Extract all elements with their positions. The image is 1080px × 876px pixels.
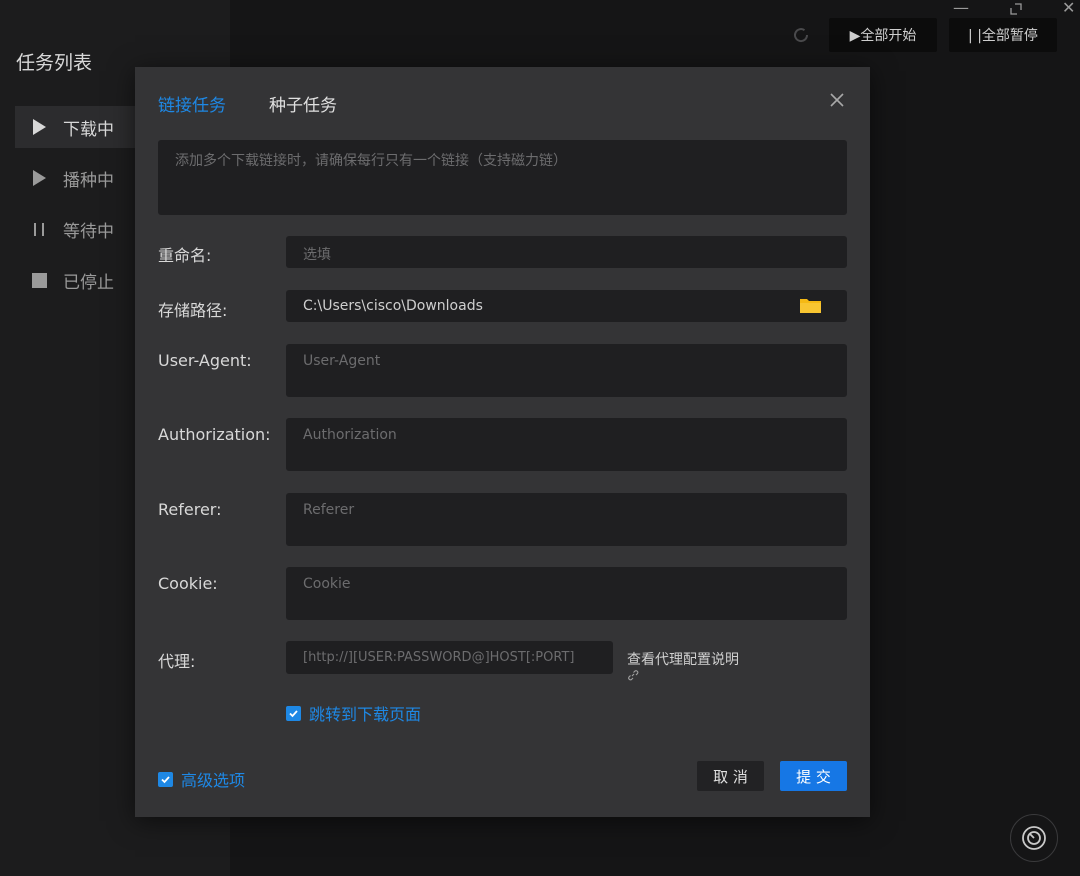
referer-input[interactable]: Referer: [286, 493, 847, 546]
jump-to-download-checkbox[interactable]: 跳转到下载页面: [286, 701, 421, 725]
referer-placeholder: Referer: [303, 502, 355, 518]
sidebar-item-label: 下载中: [63, 119, 114, 140]
links-placeholder: 添加多个下载链接时，请确保每行只有一个链接（支持磁力链）: [175, 153, 567, 169]
speedometer-button[interactable]: [1010, 814, 1058, 862]
pause-icon: [31, 222, 47, 236]
play-icon: [31, 170, 47, 186]
user-agent-label: User-Agent:: [158, 351, 252, 370]
rename-input[interactable]: 选填: [286, 236, 847, 268]
proxy-help-link[interactable]: 查看代理配置说明: [627, 649, 739, 685]
checkbox-checked-icon: [158, 771, 173, 787]
proxy-placeholder: [http://][USER:PASSWORD@]HOST[:PORT]: [303, 650, 575, 665]
cookie-placeholder: Cookie: [303, 576, 351, 592]
tab-torrent-task[interactable]: 种子任务: [269, 91, 337, 116]
advanced-options-label: 高级选项: [181, 771, 246, 790]
add-task-dialog: 链接任务 种子任务 添加多个下载链接时，请确保每行只有一个链接（支持磁力链） 重…: [135, 67, 870, 817]
link-icon: [628, 670, 639, 681]
submit-button[interactable]: 提 交: [780, 761, 847, 791]
sidebar-item-label: 播种中: [63, 170, 114, 191]
pause-all-button[interactable]: | |全部暂停: [949, 18, 1057, 52]
rename-placeholder: 选填: [303, 247, 331, 263]
play-icon: [31, 119, 47, 135]
proxy-input[interactable]: [http://][USER:PASSWORD@]HOST[:PORT]: [286, 641, 613, 674]
rename-label: 重命名:: [158, 246, 212, 265]
close-window-icon[interactable]: ✕: [1062, 0, 1075, 17]
refresh-icon[interactable]: [792, 26, 810, 44]
minimize-icon[interactable]: —: [953, 0, 969, 17]
user-agent-placeholder: User-Agent: [303, 353, 381, 369]
authorization-input[interactable]: Authorization: [286, 418, 847, 471]
speedometer-icon: [1022, 826, 1046, 850]
start-all-button[interactable]: ▶全部开始: [829, 18, 937, 52]
advanced-options-checkbox[interactable]: 高级选项: [158, 767, 245, 791]
maximize-icon[interactable]: [1010, 0, 1022, 19]
tab-link-task[interactable]: 链接任务: [158, 91, 226, 116]
sidebar-item-label: 已停止: [63, 272, 114, 293]
user-agent-input[interactable]: User-Agent: [286, 344, 847, 397]
proxy-label: 代理:: [158, 652, 196, 671]
close-icon[interactable]: [828, 91, 846, 109]
sidebar-item-label: 等待中: [63, 221, 114, 242]
storage-path-value: C:\Users\cisco\Downloads: [303, 298, 483, 314]
proxy-help-text: 查看代理配置说明: [627, 652, 739, 668]
cookie-input[interactable]: Cookie: [286, 567, 847, 620]
cookie-label: Cookie:: [158, 574, 218, 593]
links-input[interactable]: 添加多个下载链接时，请确保每行只有一个链接（支持磁力链）: [158, 140, 847, 215]
cancel-button[interactable]: 取 消: [697, 761, 764, 791]
sidebar-title: 任务列表: [16, 52, 93, 74]
authorization-placeholder: Authorization: [303, 427, 397, 443]
stop-icon: [31, 272, 47, 288]
referer-label: Referer:: [158, 500, 222, 519]
storage-path-label: 存储路径:: [158, 301, 228, 320]
checkbox-checked-icon: [286, 705, 301, 721]
folder-icon[interactable]: [799, 296, 822, 314]
storage-path-input[interactable]: C:\Users\cisco\Downloads: [286, 290, 847, 322]
jump-to-download-label: 跳转到下载页面: [309, 705, 422, 724]
authorization-label: Authorization:: [158, 425, 271, 444]
